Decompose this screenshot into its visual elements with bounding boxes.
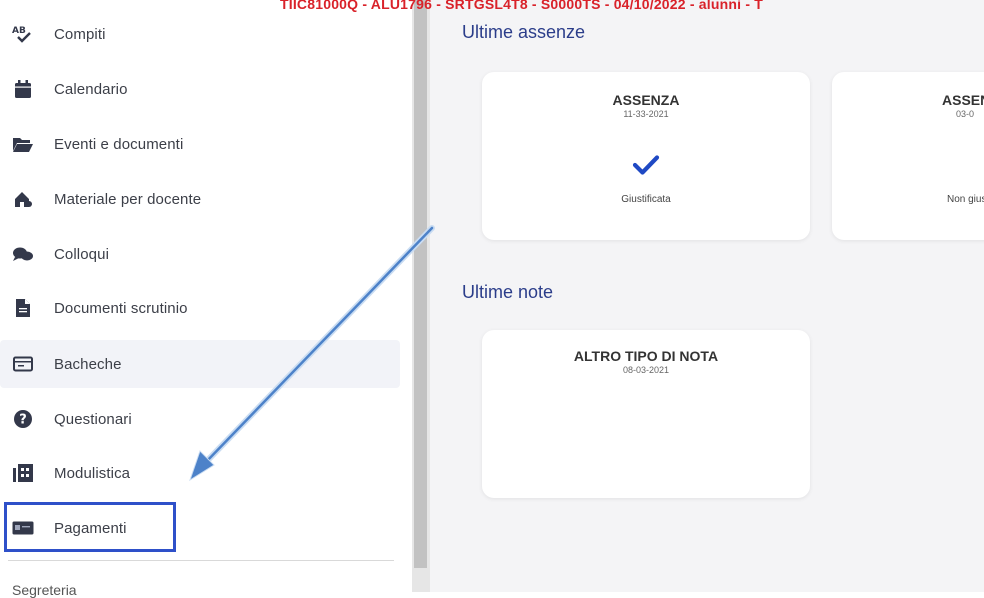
sidebar-item-colloqui[interactable]: Colloqui (0, 230, 400, 278)
calendar-icon (12, 78, 34, 100)
sidebar-item-label: Compiti (54, 25, 106, 43)
main-content: TIIC81000Q - ALU1796 - SRTGSL4T8 - S0000… (280, 0, 984, 592)
spellcheck-icon: AB (12, 23, 34, 45)
document-icon (12, 297, 34, 319)
sidebar-item-materiale[interactable]: Materiale per docente (0, 175, 400, 223)
sidebar-item-bacheche[interactable]: Bacheche (0, 340, 400, 388)
card-status: Giustificata (621, 194, 671, 205)
card-title: ALTRO TIPO DI NOTA (573, 348, 719, 364)
note-card[interactable]: ALTRO TIPO DI NOTA 08-03-2021 (482, 330, 810, 498)
divider (8, 560, 394, 561)
sidebar-item-label: Documenti scrutinio (54, 299, 188, 317)
sidebar-item-label: Eventi e documenti (54, 135, 184, 153)
svg-text:AB: AB (12, 26, 26, 36)
card-date: 03-0 (956, 109, 975, 119)
sidebar: AB Compiti Calendario Eventi e documenti… (0, 0, 412, 598)
section-label-segreteria: Segreteria (12, 582, 77, 598)
house-share-icon (12, 188, 34, 210)
absence-card[interactable]: ASSENZA 11-33-2021 Giustificata (482, 72, 810, 240)
forms-icon (12, 462, 34, 484)
folder-open-icon (12, 133, 34, 155)
board-icon (12, 353, 34, 375)
notes-heading: Ultime note (462, 282, 554, 302)
sidebar-item-modulistica[interactable]: Modulistica (0, 449, 400, 497)
sidebar-item-eventi[interactable]: Eventi e documenti (0, 120, 400, 168)
scrollbar-thumb[interactable] (414, 0, 427, 568)
highlight-box (4, 502, 176, 552)
sidebar-item-label: Bacheche (54, 355, 122, 373)
sidebar-item-label: Modulistica (54, 464, 131, 482)
sidebar-item-questionari[interactable]: ? Questionari (0, 395, 400, 443)
sidebar-item-documenti-scrutinio[interactable]: Documenti scrutinio (0, 284, 400, 332)
sidebar-item-compiti[interactable]: AB Compiti (0, 10, 400, 58)
card-status: Non giustificata (947, 194, 984, 205)
card-title: ASSENZA (612, 92, 680, 108)
check-icon (482, 154, 810, 176)
absences-heading: Ultime assenze (462, 22, 586, 42)
card-title: ASSENZA (942, 92, 984, 108)
question-circle-icon: ? (12, 408, 34, 430)
sidebar-item-label: Calendario (54, 80, 128, 98)
card-date: 08-03-2021 (622, 365, 670, 375)
sidebar-item-calendario[interactable]: Calendario (0, 65, 400, 113)
chat-people-icon (12, 243, 34, 265)
sidebar-item-label: Questionari (54, 410, 132, 428)
absence-card[interactable]: ASSENZA 03-0 Non giustificata (832, 72, 984, 240)
sidebar-item-label: Colloqui (54, 245, 109, 263)
card-date: 11-33-2021 (623, 109, 669, 119)
top-banner: TIIC81000Q - ALU1796 - SRTGSL4T8 - S0000… (280, 0, 764, 12)
svg-text:?: ? (19, 413, 27, 428)
sidebar-item-label: Materiale per docente (54, 190, 202, 208)
